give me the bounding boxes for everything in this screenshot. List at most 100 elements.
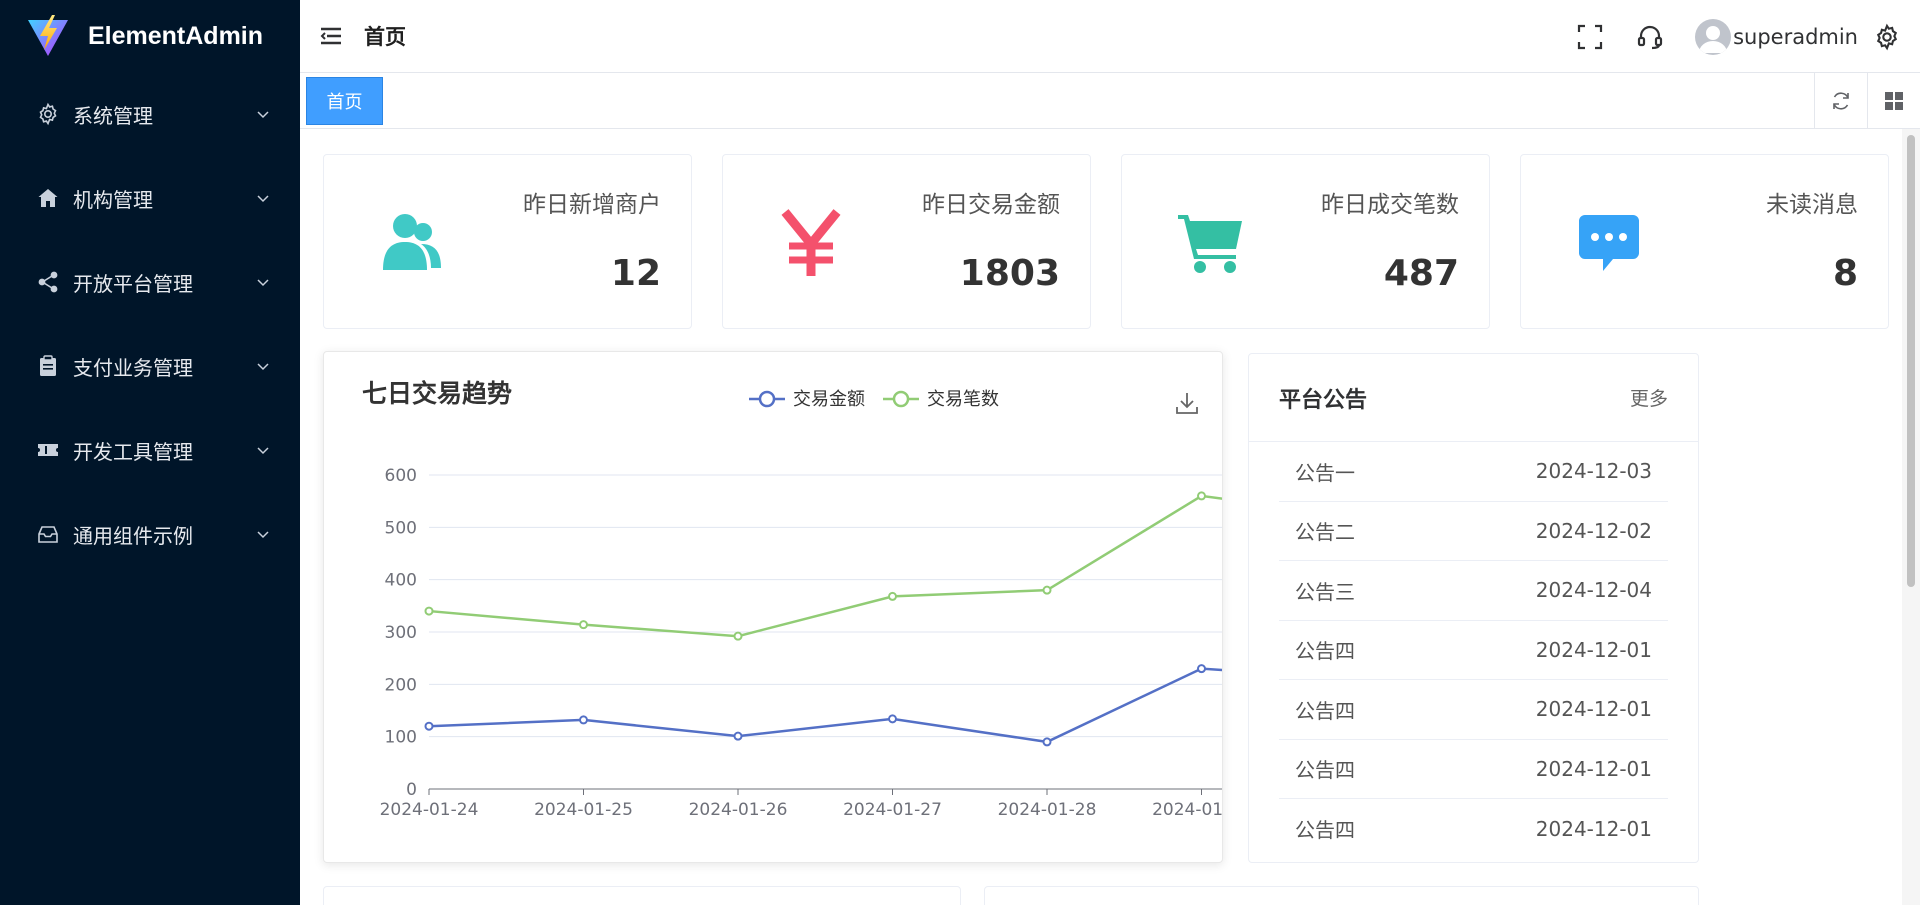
clipboard-icon	[36, 354, 60, 378]
notice-item[interactable]: 公告一 2024-12-03	[1279, 442, 1668, 502]
notice-more-link[interactable]: 更多	[1630, 384, 1668, 411]
notice-item-title: 公告四	[1295, 698, 1355, 723]
stat-card-trade-count[interactable]: 昨日成交笔数 487	[1121, 154, 1490, 329]
data-point	[888, 591, 897, 601]
notice-item[interactable]: 公告二 2024-12-02	[1279, 502, 1668, 561]
data-point	[733, 731, 743, 741]
legend-marker	[892, 390, 910, 408]
notice-item-date: 2024-12-01	[1535, 697, 1652, 722]
top-header: 首页 superadmin	[300, 0, 1920, 73]
refresh-icon[interactable]	[1814, 73, 1867, 129]
x-tick-label: 2024-01-29	[1152, 800, 1222, 820]
chart-title: 七日交易趋势	[362, 379, 512, 408]
notice-item-title: 公告四	[1295, 818, 1355, 843]
tab-home[interactable]: 首页	[306, 77, 383, 125]
chevron-down-icon	[257, 279, 269, 287]
x-tick-label: 2024-01-25	[534, 800, 633, 820]
sidebar-item-system[interactable]: 系统管理	[0, 72, 300, 156]
legend-item[interactable]: 交易金额	[749, 389, 865, 410]
notice-item[interactable]: 公告四 2024-12-01	[1279, 680, 1668, 740]
stat-value: 487	[1383, 253, 1459, 294]
sidebar-item-label: 支付业务管理	[73, 355, 193, 380]
notice-title: 平台公告	[1279, 387, 1368, 413]
sidebar-item-open-platform[interactable]: 开放平台管理	[0, 240, 300, 324]
y-tick-label: 300	[385, 623, 417, 643]
notice-item[interactable]: 公告四 2024-12-01	[1279, 740, 1668, 799]
user-dropdown[interactable]: superadmin	[1695, 18, 1858, 55]
notice-item-date: 2024-12-01	[1535, 756, 1652, 781]
y-tick-label: 500	[385, 518, 417, 538]
vertical-scrollbar[interactable]	[1902, 129, 1920, 905]
stat-title: 昨日交易金额	[922, 192, 1060, 218]
y-tick-label: 0	[406, 780, 417, 800]
users-icon	[372, 203, 452, 283]
notice-item[interactable]: 公告三 2024-12-04	[1279, 561, 1668, 621]
x-tick-label: 2024-01-24	[380, 800, 479, 820]
sidebar-item-devtools[interactable]: 开发工具管理	[0, 408, 300, 492]
sidebar-item-components[interactable]: 通用组件示例	[0, 492, 300, 576]
stat-card-trade-amount[interactable]: 昨日交易金额 1803	[722, 154, 1091, 329]
notice-item-title: 公告一	[1295, 460, 1355, 485]
notice-item-title: 公告四	[1295, 758, 1355, 783]
username: superadmin	[1733, 24, 1858, 49]
scrollbar-thumb[interactable]	[1907, 135, 1915, 587]
avatar	[1695, 18, 1732, 55]
page-title: 首页	[364, 25, 406, 49]
legend-label: 交易金额	[793, 389, 865, 410]
stat-title: 昨日成交笔数	[1321, 192, 1459, 218]
notice-item-date: 2024-12-04	[1535, 578, 1652, 603]
headset-icon[interactable]	[1635, 22, 1665, 52]
data-point	[733, 631, 743, 641]
vite-logo-icon	[28, 15, 68, 56]
ticket-icon	[36, 438, 60, 462]
bottom-card-left	[323, 886, 961, 905]
trend-line-chart: 七日交易趋势 交易金额 交易笔数 0 100 200 300 400 500 600 2024-…	[362, 379, 1222, 820]
data-point	[424, 606, 434, 616]
notice-item-title: 公告二	[1295, 520, 1355, 545]
sidebar-item-org[interactable]: 机构管理	[0, 156, 300, 240]
stat-card-unread-messages[interactable]: 未读消息 8	[1520, 154, 1889, 329]
data-point	[888, 714, 897, 724]
stat-card-new-merchants[interactable]: 昨日新增商户 12	[323, 154, 692, 329]
notice-item-date: 2024-12-01	[1535, 637, 1652, 662]
series-line	[428, 667, 1222, 744]
chart-legend[interactable]: 交易金额 交易笔数	[749, 389, 999, 410]
home-icon	[36, 186, 60, 210]
stat-value: 12	[610, 253, 661, 294]
notice-item[interactable]: 公告四 2024-12-01	[1279, 799, 1668, 859]
chart-series	[424, 491, 1222, 747]
notice-item-date: 2024-12-01	[1535, 816, 1652, 841]
chart-axes: 0 100 200 300 400 500 600 2024-01-24 2024-01-25 2…	[380, 466, 1222, 820]
legend-item[interactable]: 交易笔数	[883, 389, 999, 410]
data-point	[1042, 737, 1052, 747]
fullscreen-icon[interactable]	[1575, 22, 1605, 52]
sidebar-item-payment[interactable]: 支付业务管理	[0, 324, 300, 408]
series-line	[428, 494, 1222, 638]
app-name: ElementAdmin	[88, 21, 264, 50]
settings-gear-icon[interactable]	[1872, 22, 1902, 52]
logo[interactable]: ElementAdmin	[0, 0, 300, 72]
stat-title: 未读消息	[1766, 192, 1858, 218]
stat-title: 昨日新增商户	[523, 192, 661, 218]
share-icon	[36, 270, 60, 294]
trend-chart-card: 七日交易趋势 交易金额 交易笔数 0 100 200 300 400 500 600 2024-…	[323, 351, 1223, 863]
save-image-icon[interactable]	[1174, 390, 1202, 418]
notice-item-title: 公告三	[1295, 579, 1355, 604]
notice-header: 平台公告 更多	[1249, 354, 1698, 442]
legend-label: 交易笔数	[927, 389, 999, 410]
message-icon	[1569, 203, 1649, 283]
bottom-card-right	[984, 886, 1699, 905]
cart-icon	[1170, 203, 1250, 283]
grid-menu-icon[interactable]	[1867, 73, 1920, 129]
x-tick-label: 2024-01-28	[998, 800, 1097, 820]
notice-card: 平台公告 更多 公告一 2024-12-03 公告二 2024-12-02 公告三 2…	[1248, 353, 1699, 863]
chevron-down-icon	[257, 363, 269, 371]
chevron-down-icon	[257, 111, 269, 119]
sidebar-item-label: 系统管理	[73, 103, 153, 128]
notice-list: 公告一 2024-12-03 公告二 2024-12-02 公告三 2024-12-0…	[1249, 442, 1698, 859]
menu-fold-icon[interactable]	[318, 23, 344, 49]
data-point	[1042, 585, 1052, 595]
notice-item-title: 公告四	[1295, 639, 1355, 664]
notice-item[interactable]: 公告四 2024-12-01	[1279, 621, 1668, 680]
dashboard-content: 昨日新增商户 12 昨日交易金额 1803 昨日成交笔数 487 未读消息 8 …	[300, 129, 1920, 905]
